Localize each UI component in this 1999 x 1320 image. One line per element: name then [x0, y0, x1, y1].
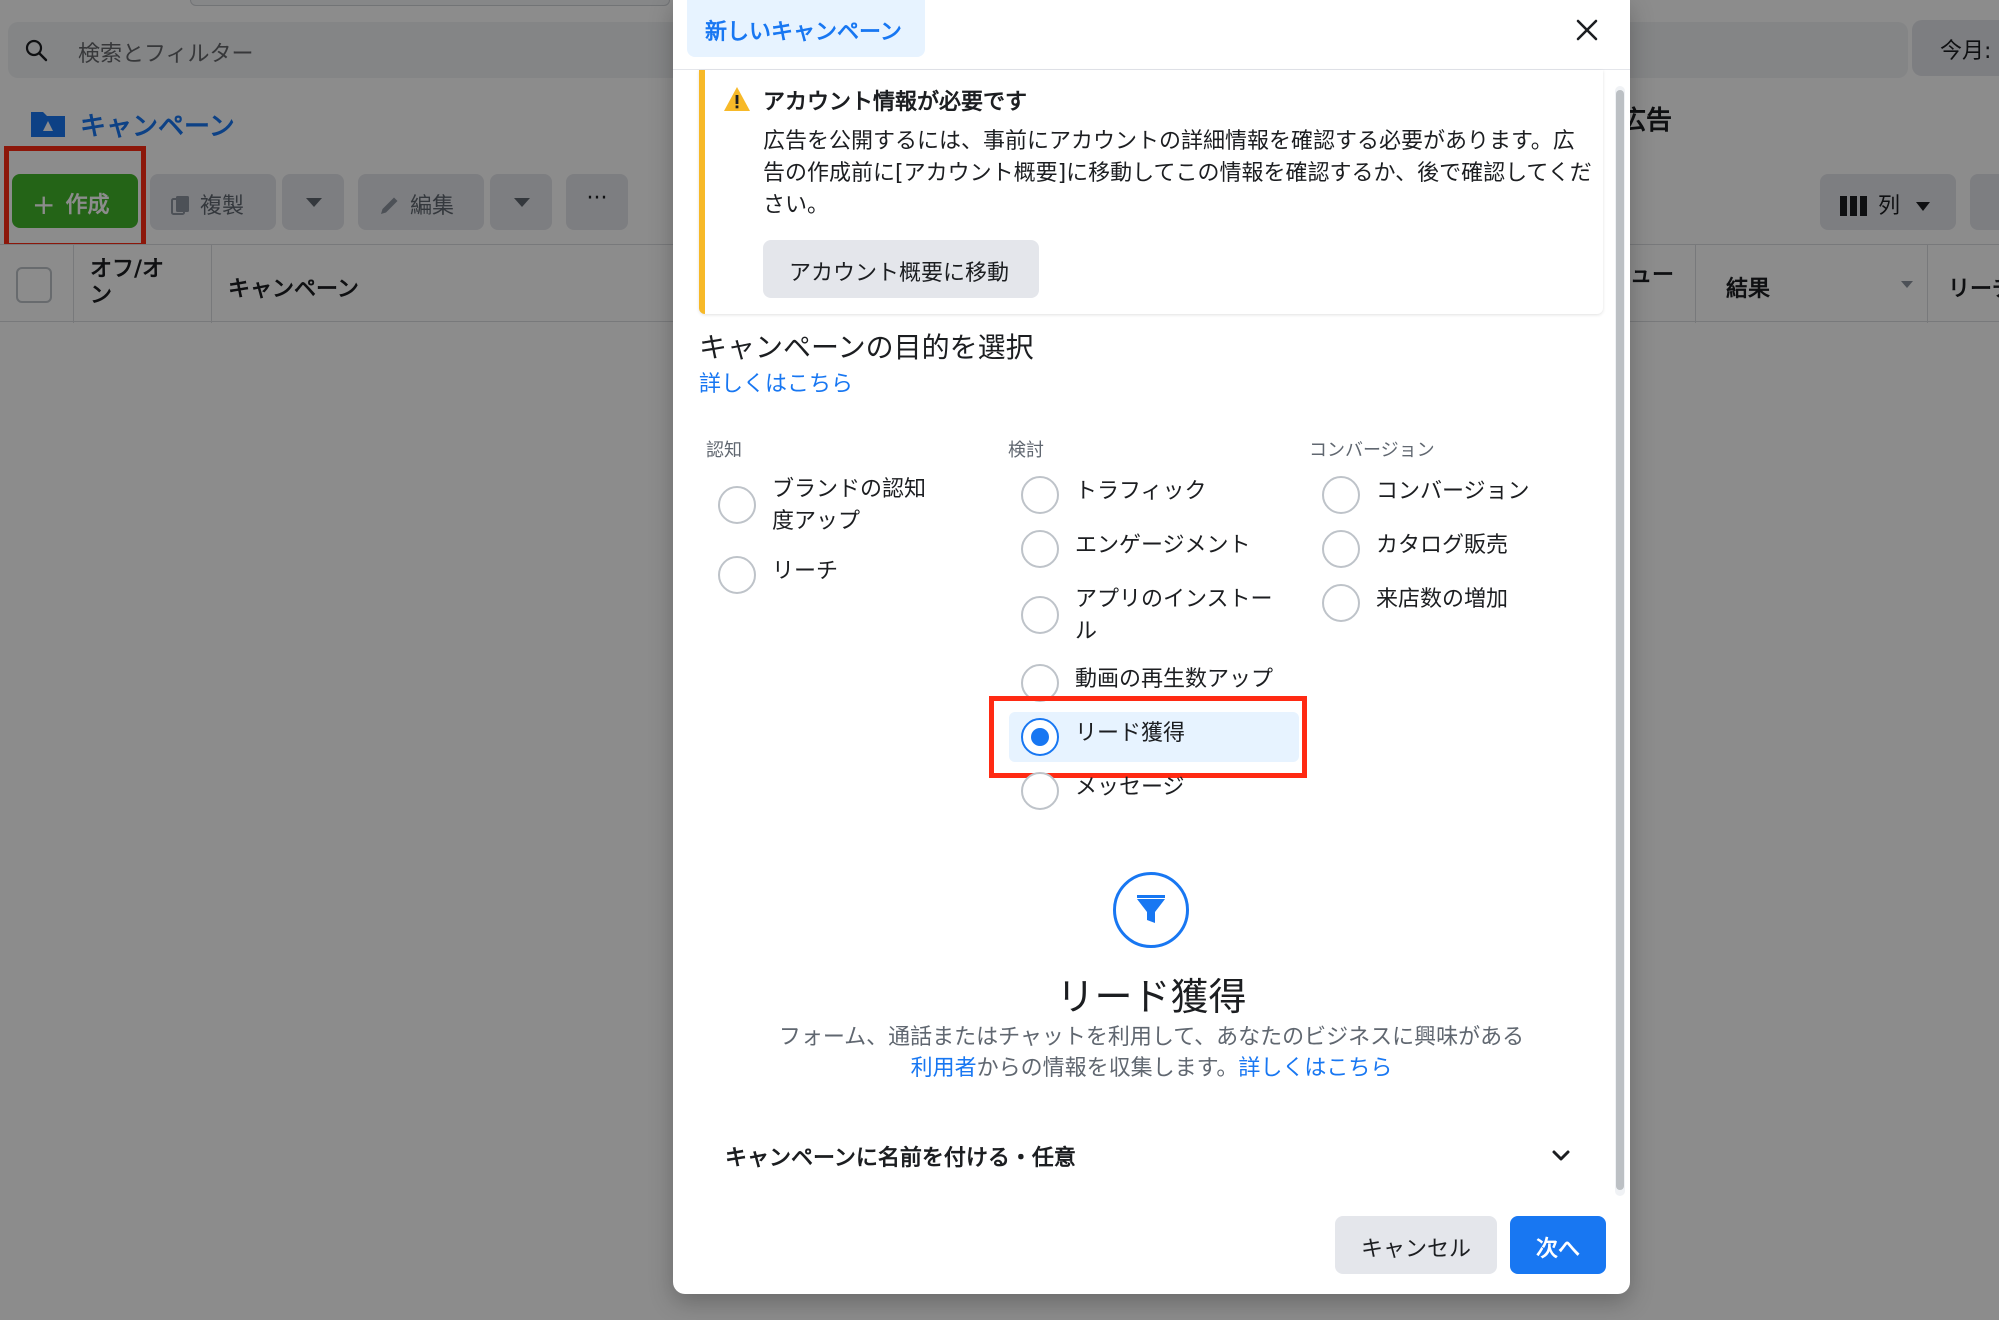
campaign-name-label: キャンペーンに名前を付ける・任意 [725, 1146, 1076, 1171]
radio-conversions[interactable] [1322, 476, 1360, 514]
campaign-name-expander[interactable]: キャンペーンに名前を付ける・任意 [673, 1122, 1630, 1186]
radio-reach[interactable] [718, 556, 756, 594]
warning-icon [724, 87, 750, 111]
column-heading-conversion: コンバージョン [1309, 440, 1435, 461]
option-label: 動画の再生数アップ [1075, 667, 1274, 692]
desc-text-1: フォーム、通話またはチャットを利用して、あなたのビジネスに興味がある [778, 1025, 1525, 1050]
radio-app-installs[interactable] [1021, 596, 1059, 634]
scrollbar-thumb[interactable] [1616, 90, 1624, 1190]
option-label: エンゲージメント [1075, 533, 1251, 558]
radio-messages[interactable] [1021, 772, 1059, 810]
detail-learn-more-link[interactable]: 詳しくはこちら [1238, 1056, 1392, 1081]
desc-text-2: からの情報を収集します。 [976, 1056, 1239, 1081]
radio-traffic[interactable] [1021, 476, 1059, 514]
option-label: カタログ販売 [1376, 533, 1509, 558]
dialog-header: 新しいキャンペーン [673, 0, 1630, 70]
option-label: トラフィック [1075, 479, 1207, 504]
account-info-alert: アカウント情報が必要です 広告を公開するには、事前にアカウントの詳細情報を確認す… [699, 70, 1603, 314]
option-label: コンバージョン [1376, 479, 1530, 504]
radio-catalog-sales[interactable] [1322, 530, 1360, 568]
radio-engagement[interactable] [1021, 530, 1059, 568]
tab-new-campaign[interactable]: 新しいキャンペーン [687, 0, 925, 57]
column-heading-awareness: 認知 [706, 440, 742, 461]
new-campaign-dialog: 新しいキャンペーン アカウント情報が必要です 広告を公開するには、事前にアカウン… [673, 0, 1630, 1294]
highlight-box-lead-generation [989, 696, 1307, 778]
radio-brand-awareness[interactable] [718, 486, 756, 524]
chevron-down-icon [1552, 1150, 1570, 1161]
objective-detail-description: フォーム、通話またはチャットを利用して、あなたのビジネスに興味がある利用者からの… [773, 1022, 1530, 1084]
alert-title: アカウント情報が必要です [763, 90, 1028, 115]
cancel-button[interactable]: キャンセル [1335, 1216, 1497, 1274]
users-link[interactable]: 利用者 [911, 1056, 977, 1081]
funnel-icon [1113, 872, 1189, 948]
option-label: 来店数の増加 [1376, 587, 1509, 612]
column-heading-consideration: 検討 [1008, 440, 1044, 461]
option-label: アプリのインストール [1075, 587, 1273, 644]
option-label: リーチ [772, 559, 839, 584]
go-to-account-overview-button[interactable]: アカウント概要に移動 [763, 240, 1039, 298]
next-button[interactable]: 次へ [1510, 1216, 1606, 1274]
learn-more-link[interactable]: 詳しくはこちら [699, 366, 853, 398]
objective-section-title: キャンペーンの目的を選択 [699, 331, 1034, 364]
alert-body: 広告を公開するには、事前にアカウントの詳細情報を確認する必要があります。広告の作… [763, 129, 1592, 218]
radio-store-traffic[interactable] [1322, 584, 1360, 622]
option-label: メッセージ [1075, 775, 1185, 800]
close-icon[interactable] [1569, 12, 1605, 48]
objective-detail-title: リード獲得 [1056, 975, 1247, 1019]
option-label: ブランドの認知度アップ [772, 477, 927, 534]
